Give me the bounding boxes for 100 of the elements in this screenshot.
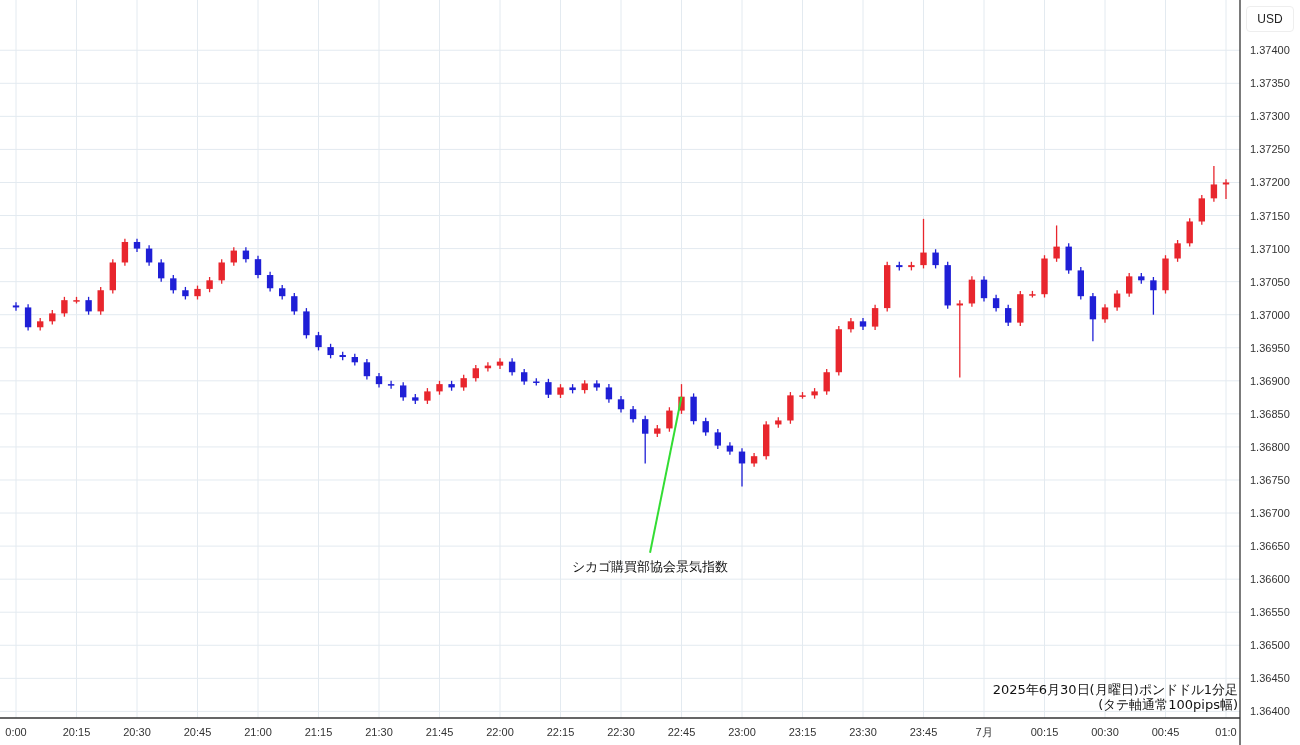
candlestick: [1065, 242, 1072, 275]
candlestick: [339, 351, 346, 361]
y-axis-label: 1.36900: [1250, 374, 1290, 387]
candlestick: [37, 317, 44, 332]
x-axis-label: 00:45: [1151, 726, 1180, 738]
candlestick: [436, 380, 443, 396]
candlestick: [1162, 254, 1169, 295]
candlestick: [448, 380, 455, 392]
x-axis-label: 00:30: [1091, 726, 1119, 738]
candlestick: [811, 387, 818, 400]
candlestick: [73, 296, 80, 305]
candlestick: [884, 261, 891, 313]
candlestick: [533, 377, 540, 387]
candlestick: [472, 364, 479, 383]
candlestick: [24, 303, 32, 332]
candlestick: [133, 238, 141, 253]
candlestick: [629, 405, 637, 424]
x-axis-label: 22:30: [607, 726, 635, 738]
candlestick: [291, 292, 298, 316]
y-axis-label: 1.36750: [1250, 474, 1290, 486]
x-axis-label: 21:00: [244, 726, 272, 738]
candlestick: [1101, 303, 1109, 324]
y-axis-label: 1.37100: [1250, 242, 1290, 255]
candlestick: [1222, 178, 1230, 200]
candlestick: [666, 406, 673, 433]
chart-caption: 2025年6月30日(月曜日)ポンドドル1分足: [992, 682, 1238, 697]
candlestick: [859, 317, 867, 331]
candlestick: [158, 258, 165, 283]
candlestick: [1113, 289, 1121, 312]
candlestick: [121, 238, 129, 267]
y-axis-label: 1.37000: [1250, 308, 1290, 321]
candlestick: [1198, 194, 1205, 226]
candlestick: [642, 415, 649, 465]
candlestick: [944, 261, 951, 310]
candlestick: [194, 284, 201, 301]
candlestick: [12, 301, 20, 312]
candlestick: [1077, 266, 1084, 301]
candlestick: [823, 368, 830, 396]
candlestick: [581, 379, 588, 395]
candlestick: [327, 343, 334, 359]
candlestick: [1005, 304, 1012, 327]
candlestick: [702, 417, 709, 437]
candlestick: [460, 374, 467, 392]
candlestick: [787, 391, 794, 425]
candlestick: [97, 286, 104, 316]
candlestick: [920, 218, 927, 270]
candlestick: [303, 307, 310, 340]
y-axis-label: 1.36650: [1250, 540, 1290, 553]
candlestick: [775, 416, 782, 429]
x-axis-label: 23:15: [788, 726, 817, 738]
candlestick: [375, 372, 383, 389]
y-axis-label: 1.37200: [1250, 176, 1290, 189]
candlestick: [654, 424, 661, 438]
y-axis-label: 1.37250: [1250, 143, 1290, 156]
candlestick: [932, 248, 939, 270]
y-axis-label: 1.36700: [1250, 507, 1290, 520]
candlestick: [908, 261, 915, 272]
x-axis-label: 22:45: [667, 726, 696, 738]
y-axis-label: 1.37150: [1250, 209, 1290, 222]
candlestick: [617, 395, 625, 414]
x-axis-label: 21:15: [304, 726, 333, 738]
candlestick: [763, 420, 770, 461]
candlestick: [387, 380, 395, 390]
candlestick: [847, 317, 855, 334]
candlestick: [424, 387, 431, 405]
candlestick: [206, 276, 213, 293]
candlestick: [412, 393, 419, 405]
y-axis-label: 1.36500: [1250, 639, 1290, 652]
annotation-label: シカゴ購買部協会景気指数: [572, 558, 729, 574]
y-axis-label: 1.37350: [1250, 77, 1290, 90]
x-axis-label: 23:30: [849, 726, 877, 738]
candlestick: [182, 286, 189, 301]
candlestick: [968, 275, 976, 308]
candlestick: [545, 378, 552, 399]
y-axis-label: 1.37050: [1250, 275, 1290, 288]
candlestick: [835, 325, 842, 377]
candlestick: [1186, 217, 1193, 248]
candlestick: [351, 353, 358, 367]
candlestick: [1174, 239, 1181, 263]
candlestick: [992, 294, 1000, 313]
candlestick: [279, 284, 286, 301]
y-axis-label: 1.37300: [1250, 110, 1290, 123]
candlestick: [400, 381, 407, 402]
candlestick: [714, 428, 721, 450]
candlestick: [980, 275, 988, 303]
candlestick: [484, 361, 492, 373]
candlestick: [1138, 272, 1145, 285]
candlestick: [218, 258, 225, 285]
candlestick: [145, 244, 153, 267]
candlestick: [85, 296, 92, 316]
candlestick: [726, 441, 734, 456]
x-axis-label: 7月: [975, 726, 993, 738]
candlestick: [557, 383, 564, 399]
candlestick: [496, 357, 504, 370]
candlestick: [521, 368, 528, 386]
currency-button[interactable]: USD: [1246, 6, 1294, 32]
x-axis-label: 01:0: [1215, 726, 1237, 738]
x-axis-label: 0:00: [5, 726, 27, 738]
candlestick: [170, 274, 177, 295]
candlestick: [363, 358, 371, 381]
